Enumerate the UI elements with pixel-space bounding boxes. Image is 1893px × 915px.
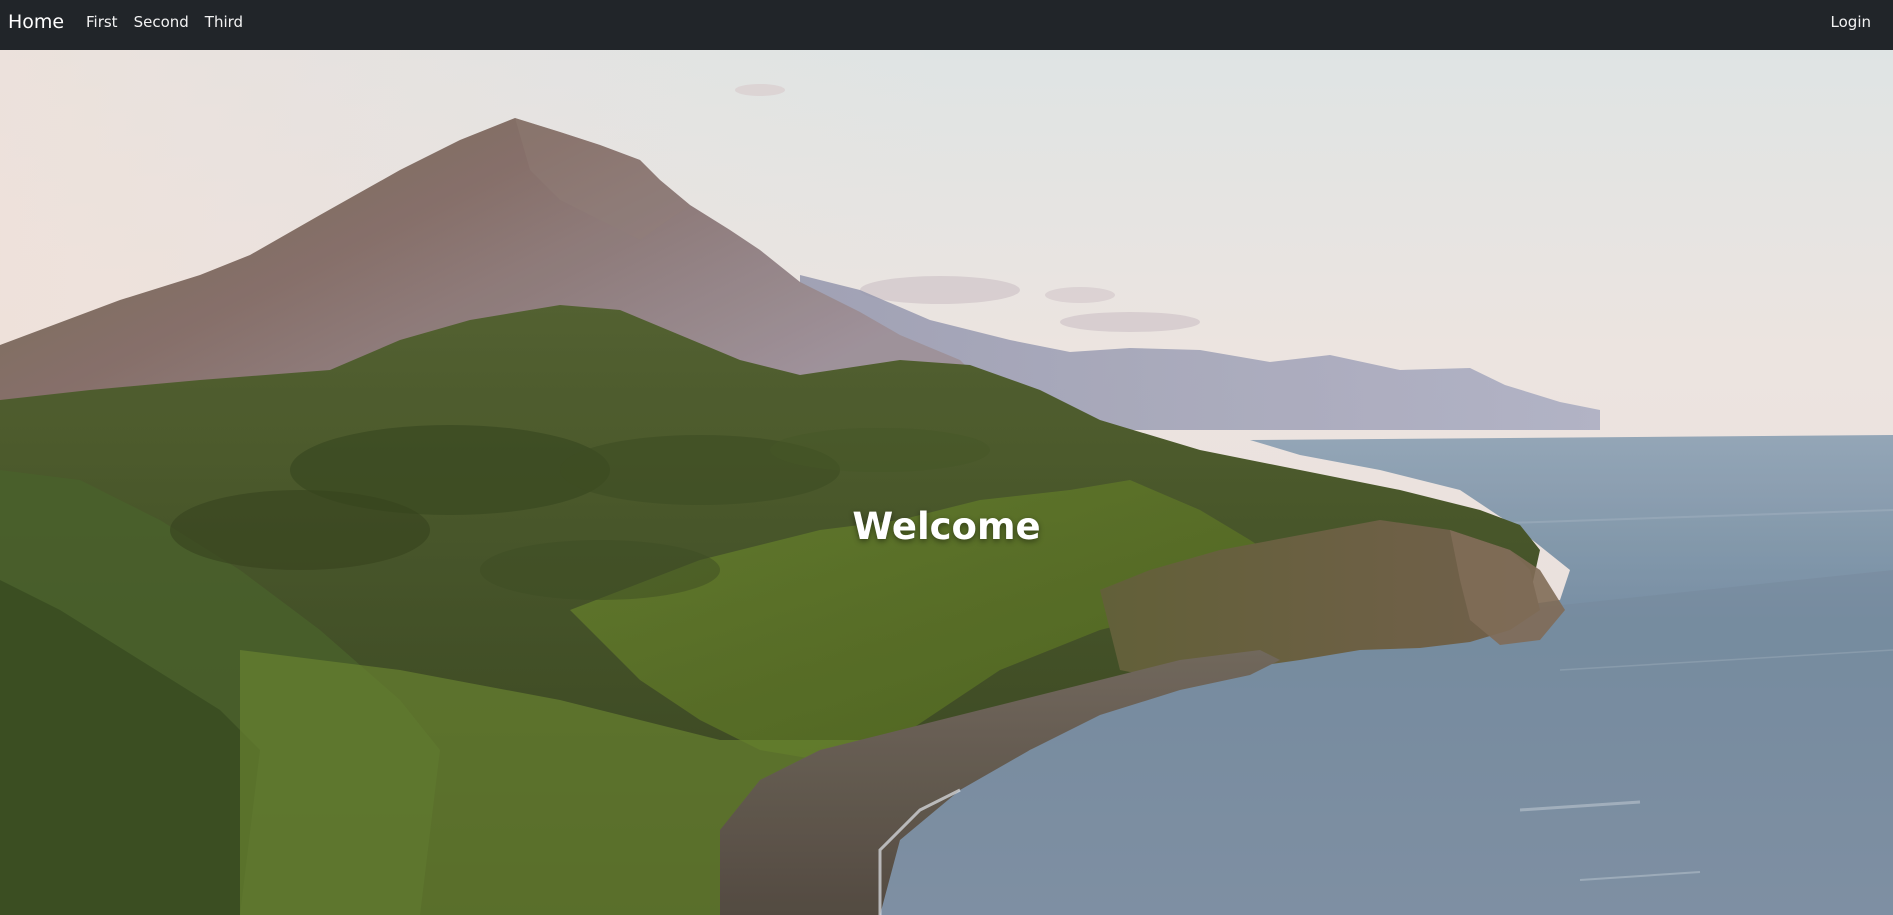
home-brand-link[interactable]: Home: [8, 11, 64, 33]
top-navbar: Home First Second Third Login: [0, 0, 1893, 50]
hero-section: Welcome: [0, 50, 1893, 915]
nav-links: First Second Third: [86, 13, 243, 31]
nav-link-second[interactable]: Second: [134, 13, 189, 31]
nav-link-third[interactable]: Third: [205, 13, 243, 31]
landscape-photo: [0, 50, 1893, 915]
login-link[interactable]: Login: [1831, 13, 1871, 31]
nav-link-first[interactable]: First: [86, 13, 118, 31]
hero-title: Welcome: [852, 504, 1041, 548]
